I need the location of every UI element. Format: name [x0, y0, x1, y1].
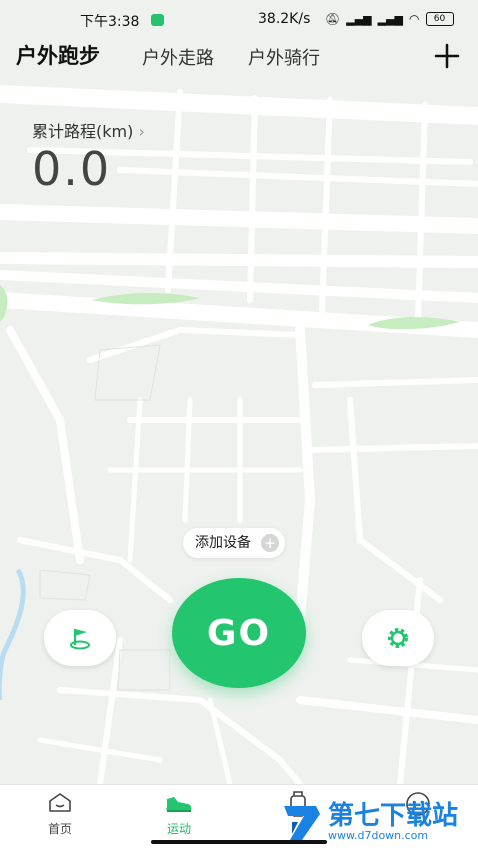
add-device-button[interactable]: 添加设备 + — [183, 528, 285, 558]
total-distance-text: 累计路程(km) — [32, 122, 134, 141]
plus-circle-icon: + — [261, 534, 279, 552]
go-start-button[interactable]: GO — [172, 578, 306, 688]
signal-icon-2: ▂▄▆ — [377, 12, 404, 26]
add-icon[interactable] — [433, 42, 461, 70]
home-indicator — [151, 840, 327, 844]
total-distance-label[interactable]: 累计路程(km) › — [32, 118, 145, 142]
battery-icon: 60 — [425, 12, 454, 26]
watermark: 第七下载站 www.d7down.com — [280, 800, 458, 844]
settings-button[interactable] — [362, 610, 434, 666]
total-distance-value: 0.0 — [32, 142, 112, 196]
nav-item-sport[interactable]: 运动 — [149, 791, 209, 837]
tab-outdoor-cycle[interactable]: 户外骑行 — [248, 44, 320, 70]
mute-icon: 🔕︎ — [325, 12, 341, 26]
add-device-label: 添加设备 — [195, 535, 251, 551]
flag-icon — [70, 629, 90, 650]
nav-label-sport: 运动 — [166, 822, 191, 836]
status-net-speed: 38.2K/s — [258, 11, 311, 27]
gear-icon — [388, 628, 408, 648]
tab-outdoor-run[interactable]: 户外跑步 — [16, 40, 100, 70]
watermark-text-group: 第七下载站 www.d7down.com — [328, 803, 458, 842]
watermark-title: 第七下载站 — [328, 800, 459, 831]
sport-type-tabs: 户外跑步 户外走路 户外骑行 — [0, 34, 478, 80]
nav-label-home: 首页 — [47, 822, 72, 836]
chevron-right-icon: › — [138, 122, 145, 141]
shoe-icon — [166, 797, 192, 812]
signal-icon: ▂▄▆ — [346, 12, 372, 26]
wechat-notification-icon — [151, 14, 164, 26]
wifi-icon: ◠ — [409, 12, 420, 26]
status-time: 下午3:38 — [80, 14, 140, 30]
status-icons: 🔕︎ ▂▄▆ ▂▄▆ ◠ 60 — [325, 12, 454, 26]
tab-outdoor-walk[interactable]: 户外走路 — [142, 44, 214, 70]
home-face-icon — [49, 793, 71, 812]
watermark-logo-icon — [284, 806, 320, 840]
nav-item-home[interactable]: 首页 — [30, 791, 90, 837]
route-flag-button[interactable] — [44, 610, 116, 666]
